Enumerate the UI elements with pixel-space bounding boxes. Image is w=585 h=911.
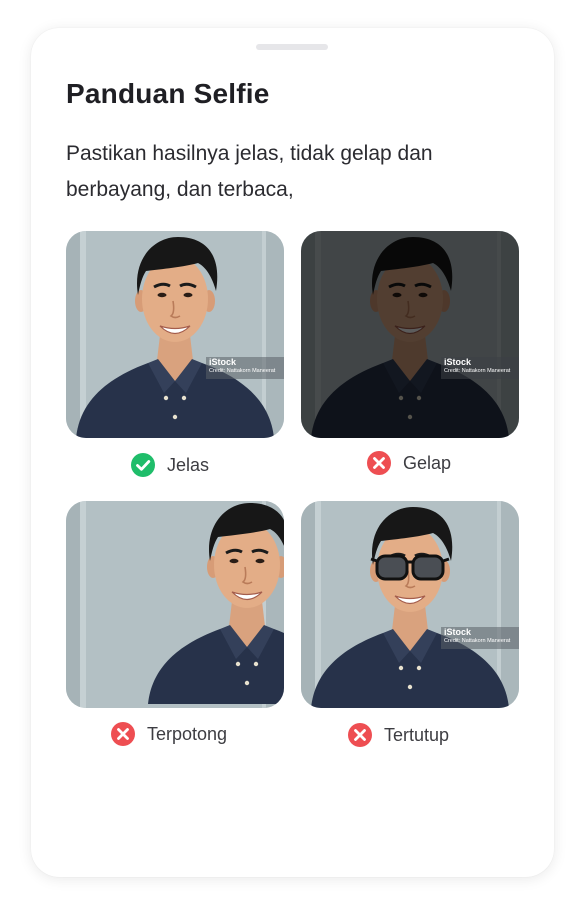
watermark-credit: Credit: Nattakorn Maneerat (444, 638, 511, 644)
selfie-photo-clear (66, 231, 284, 438)
example-label-cropped: Terpotong (111, 721, 227, 747)
label-text: Terpotong (147, 723, 228, 744)
drag-handle[interactable] (256, 44, 328, 50)
x-circle-icon (111, 722, 135, 746)
example-photo-covered: iStock Credit: Nattakorn Maneerat (301, 501, 519, 708)
watermark: iStock Credit: Nattakorn Maneerat (441, 357, 519, 379)
check-circle-icon (131, 453, 155, 477)
example-label-covered: Tertutup (348, 722, 449, 748)
watermark: iStock Credit: Nattakorn Maneerat (206, 357, 284, 379)
watermark-brand: iStock (444, 627, 472, 637)
selfie-guide-sheet: Panduan Selfie Pastikan hasilnya jelas, … (31, 28, 554, 877)
example-label-dark: Gelap (367, 450, 451, 476)
watermark: iStock Credit: Nattakorn Maneerat (441, 627, 519, 649)
selfie-photo-cropped (66, 501, 284, 708)
watermark-brand: iStock (209, 357, 237, 367)
x-circle-icon (348, 723, 372, 747)
selfie-photo-dark (301, 231, 519, 438)
x-circle-icon (367, 451, 391, 475)
example-photo-cropped (66, 501, 284, 708)
watermark-credit: Credit: Nattakorn Maneerat (444, 368, 511, 374)
example-label-clear: Jelas (131, 452, 209, 478)
label-text: Jelas (167, 454, 210, 475)
watermark-credit: Credit: Nattakorn Maneerat (209, 368, 276, 374)
sheet-title: Panduan Selfie (66, 78, 270, 109)
label-text: Tertutup (384, 724, 450, 745)
example-photo-clear: iStock Credit: Nattakorn Maneerat (66, 231, 284, 438)
sheet-description: Pastikan hasilnya jelas, tidak gelap dan… (66, 142, 433, 201)
label-text: Gelap (403, 452, 452, 473)
example-photo-dark: iStock Credit: Nattakorn Maneerat (301, 231, 519, 438)
selfie-photo-covered (301, 501, 519, 708)
watermark-brand: iStock (444, 357, 472, 367)
